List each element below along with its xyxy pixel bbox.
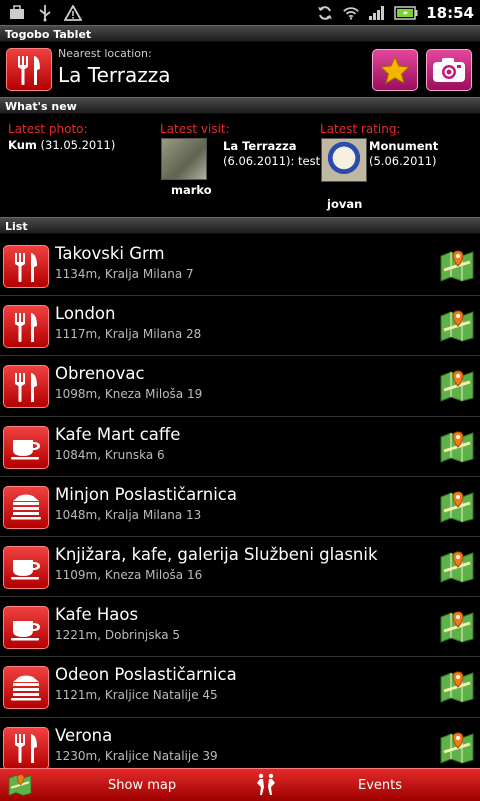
camera-button[interactable] xyxy=(426,49,472,91)
whats-new-panel: Latest photo: Kum (31.05.2011) Latest vi… xyxy=(0,114,480,216)
nearest-location-label: Nearest location: xyxy=(58,47,152,60)
list-item-name: Minjon Poslastičarnica xyxy=(55,484,237,504)
show-map-button[interactable]: Show map xyxy=(8,769,228,801)
latest-visit[interactable]: Latest visit: La Terrazza (6.06.2011): t… xyxy=(160,122,320,212)
list-item-address: 1109m, Kneza Miloša 16 xyxy=(55,567,203,582)
list-title: List xyxy=(5,220,28,233)
briefcase-icon xyxy=(8,4,26,22)
latest-rating-user: jovan xyxy=(327,197,363,211)
map-pin-icon[interactable] xyxy=(440,310,474,346)
latest-visit-user: marko xyxy=(171,183,212,197)
list-item-address: 1098m, Kneza Miloša 19 xyxy=(55,387,203,402)
restaurant-icon xyxy=(3,365,49,409)
list-item[interactable]: Kafe Haos 1221m, Dobrinjska 5 xyxy=(0,597,480,658)
list-item-address: 1121m, Kraljice Natalije 45 xyxy=(55,688,218,703)
star-icon xyxy=(380,56,410,84)
latest-rating-date: (5.06.2011) xyxy=(369,154,437,168)
list-item[interactable]: Obrenovac 1098m, Kneza Miloša 19 xyxy=(0,356,480,417)
map-pin-icon[interactable] xyxy=(440,611,474,647)
map-icon xyxy=(8,774,32,796)
whats-new-title: What's new xyxy=(5,100,77,113)
camera-icon xyxy=(433,58,465,82)
status-bar: 18:54 xyxy=(0,0,480,25)
latest-visit-detail: (6.06.2011): test xyxy=(223,154,321,168)
favorite-button[interactable] xyxy=(372,49,418,91)
latest-visit-name: La Terrazza xyxy=(223,139,297,153)
restaurant-icon xyxy=(3,245,49,288)
coffee-cup-icon xyxy=(3,606,49,650)
cake-icon xyxy=(3,666,49,710)
cake-icon xyxy=(3,485,49,529)
map-pin-icon[interactable] xyxy=(440,431,474,467)
map-pin-icon[interactable] xyxy=(440,491,474,527)
app-title-bar: Togobo Tablet xyxy=(0,25,480,42)
list-item-address: 1230m, Kraljice Natalije 39 xyxy=(55,748,218,763)
wifi-icon xyxy=(342,4,360,22)
usb-icon xyxy=(36,4,54,22)
latest-photo-name: Kum xyxy=(8,138,37,152)
map-pin-icon[interactable] xyxy=(440,671,474,707)
map-pin-icon[interactable] xyxy=(440,370,474,406)
list-item-name: London xyxy=(55,304,116,324)
list-item-address: 1134m, Kralja Milana 7 xyxy=(55,267,194,281)
coffee-cup-icon xyxy=(3,545,49,589)
list-item-address: 1117m, Kralja Milana 28 xyxy=(55,327,202,342)
map-pin-icon[interactable] xyxy=(440,551,474,587)
list-item-address: 1221m, Dobrinjska 5 xyxy=(55,628,181,643)
latest-rating-title: Latest rating: xyxy=(320,122,401,136)
list-item-name: Verona xyxy=(55,725,113,745)
list-item[interactable]: Takovski Grm 1134m, Kralja Milana 7 xyxy=(0,236,480,297)
signal-icon xyxy=(368,4,386,22)
list-item-name: Takovski Grm xyxy=(55,244,165,263)
nearest-location-name[interactable]: La Terrazza xyxy=(58,63,170,87)
list-item-name: Obrenovac xyxy=(55,364,145,384)
bottom-bar: Show map Events xyxy=(0,768,480,801)
map-pin-icon[interactable] xyxy=(440,731,474,768)
list-item[interactable]: London 1117m, Kralja Milana 28 xyxy=(0,296,480,357)
sync-icon xyxy=(316,4,334,22)
restaurant-icon xyxy=(6,48,52,91)
events-label: Events xyxy=(358,777,403,793)
battery-icon xyxy=(394,4,418,22)
latest-visit-title: Latest visit: xyxy=(160,122,230,136)
latest-rating-name: Monument xyxy=(369,139,439,153)
show-map-label: Show map xyxy=(108,777,177,793)
restaurant-icon xyxy=(3,726,49,768)
events-button[interactable]: Events xyxy=(256,769,476,801)
list-item[interactable]: Verona 1230m, Kraljice Natalije 39 xyxy=(0,717,480,768)
latest-photo-title: Latest photo: xyxy=(8,122,88,136)
list-item-name: Kafe Haos xyxy=(55,605,139,625)
map-pin-icon[interactable] xyxy=(440,250,474,286)
app-title: Togobo Tablet xyxy=(5,28,92,41)
list-item-name: Knjižara, kafe, galerija Službeni glasni… xyxy=(55,544,378,564)
list-item[interactable]: Odeon Poslastičarnica 1121m, Kraljice Na… xyxy=(0,657,480,718)
list-item-address: 1048m, Kralja Milana 13 xyxy=(55,507,202,522)
coffee-cup-icon xyxy=(3,425,49,469)
latest-visit-photo[interactable] xyxy=(161,138,207,180)
latest-photo[interactable]: Latest photo: Kum (31.05.2011) xyxy=(8,122,115,152)
place-list[interactable]: Takovski Grm 1134m, Kralja Milana 7 Lond… xyxy=(0,236,480,768)
latest-rating-photo[interactable] xyxy=(321,138,367,182)
list-item-name: Odeon Poslastičarnica xyxy=(55,665,237,685)
list-header: List xyxy=(0,217,480,234)
whats-new-header: What's new xyxy=(0,97,480,114)
clock: 18:54 xyxy=(426,3,474,22)
dancers-icon xyxy=(256,773,276,797)
latest-photo-date: (31.05.2011) xyxy=(40,138,116,152)
list-item-address: 1084m, Krunska 6 xyxy=(55,447,165,462)
restaurant-icon xyxy=(3,305,49,349)
list-item-name: Kafe Mart caffe xyxy=(55,424,181,444)
list-item[interactable]: Knjižara, kafe, galerija Službeni glasni… xyxy=(0,536,480,598)
list-item[interactable]: Kafe Mart caffe 1084m, Krunska 6 xyxy=(0,416,480,477)
nearest-location-panel[interactable]: Nearest location: La Terrazza xyxy=(0,43,480,97)
nearest-location-tile[interactable] xyxy=(6,48,52,91)
warning-icon xyxy=(64,4,82,22)
list-item[interactable]: Minjon Poslastičarnica 1048m, Kralja Mil… xyxy=(0,476,480,537)
latest-rating[interactable]: Latest rating: Monument (5.06.2011) jova… xyxy=(320,122,480,222)
